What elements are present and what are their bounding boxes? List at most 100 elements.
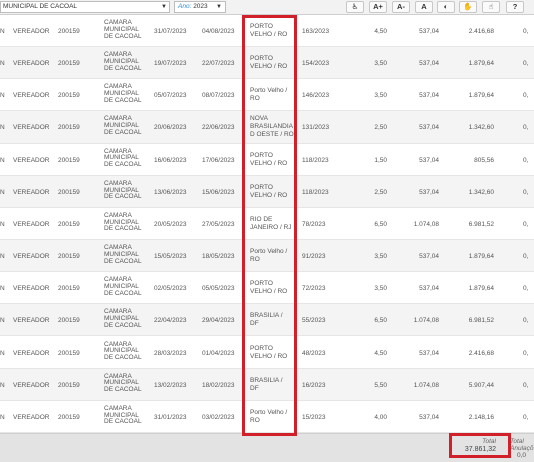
- matricula-cell: 200159: [58, 413, 80, 421]
- orgao-cell: CAMARA MUNICIPAL DE CACOAL: [104, 212, 148, 233]
- unit-value-cell: 537,04: [419, 92, 439, 100]
- destination-line: VELHO / RO: [250, 63, 288, 71]
- table-row[interactable]: N VEREADOR 200159 31/07/2023 04/08/2023 163/2…: [0, 15, 534, 48]
- accessibility-icon[interactable]: ♿: [346, 1, 364, 13]
- table-row[interactable]: N VEREADOR 200159 13/02/2023 18/02/2023 16/20…: [0, 368, 534, 401]
- table-row[interactable]: N VEREADOR 200159 19/07/2023 22/07/2023 154/2…: [0, 47, 534, 80]
- orgao-cell: CAMARA MUNICIPAL DE CACOAL: [104, 373, 148, 394]
- table-row[interactable]: N VEREADOR 200159 13/06/2023 15/06/2023 118/2…: [0, 175, 534, 208]
- table-row[interactable]: N VEREADOR 200159 15/05/2023 18/05/2023 91/20…: [0, 240, 534, 273]
- return-date-cell: 17/06/2023: [202, 156, 235, 164]
- contrast-icon[interactable]: ◐: [437, 1, 455, 13]
- total-value-cell: 1.879,64: [468, 60, 494, 68]
- row-first-cell: N: [0, 349, 5, 357]
- quantity-cell: 3,50: [374, 253, 387, 261]
- chevron-down-icon: ▼: [216, 4, 222, 10]
- year-select[interactable]: Ano: 2023 ▼: [174, 1, 226, 13]
- anulacao-label-line1: Total: [510, 438, 524, 445]
- matricula-cell: 200159: [58, 156, 80, 164]
- orgao-cell: CAMARA MUNICIPAL DE CACOAL: [104, 148, 148, 169]
- table-footer: Total 37.861,32 Total Anulaçõ 0,0: [0, 433, 534, 462]
- orgao-line: DE CACOAL: [104, 64, 142, 72]
- table-row[interactable]: N VEREADOR 200159 20/06/2023 22/06/2023 131/2…: [0, 111, 534, 144]
- total-value-cell: 2.148,16: [468, 413, 494, 421]
- destination-line: RO: [250, 416, 260, 424]
- document-cell: 55/2023: [302, 317, 326, 325]
- font-decrease-button[interactable]: A-: [392, 1, 410, 13]
- quantity-cell: 6,50: [374, 317, 387, 325]
- destination-line: VELHO / RO: [250, 191, 288, 199]
- table-row[interactable]: N VEREADOR 200159 05/07/2023 08/07/2023 146/2…: [0, 79, 534, 112]
- orgao-line: DE CACOAL: [104, 161, 142, 169]
- destination-cell: PORTO VELHO / RO: [250, 152, 294, 168]
- destination-line: BRASILANDIA: [250, 123, 293, 131]
- filter-toolbar: MUNICIPAL DE CACOAL ▼ Ano: 2023 ▼ ♿ A+ A- A…: [0, 0, 534, 15]
- table-row[interactable]: N VEREADOR 200159 22/04/2023 29/04/2023 55/20…: [0, 304, 534, 337]
- document-cell: 48/2023: [302, 349, 326, 357]
- destination-line: RIO DE: [250, 215, 273, 223]
- orgao-cell: CAMARA MUNICIPAL DE CACOAL: [104, 244, 148, 265]
- entity-select[interactable]: MUNICIPAL DE CACOAL ▼: [0, 1, 170, 13]
- libras-icon[interactable]: ✋: [459, 1, 477, 13]
- unit-value-cell: 537,04: [419, 413, 439, 421]
- unit-value-cell: 537,04: [419, 60, 439, 68]
- table-row[interactable]: N VEREADOR 200159 20/05/2023 27/05/2023 78/20…: [0, 208, 534, 241]
- role-cell: VEREADOR: [13, 285, 50, 293]
- font-increase-button[interactable]: A+: [369, 1, 387, 13]
- row-last-cell: 0,: [523, 285, 529, 293]
- destination-cell: Porto Velho / RO: [250, 248, 294, 264]
- font-reset-button[interactable]: A: [415, 1, 433, 13]
- departure-date-cell: 16/06/2023: [154, 156, 187, 164]
- row-last-cell: 0,: [523, 124, 529, 132]
- entity-select-value: MUNICIPAL DE CACOAL: [3, 3, 78, 10]
- unit-value-cell: 537,04: [419, 124, 439, 132]
- destination-line: DF: [250, 320, 259, 328]
- destination-line: DF: [250, 384, 259, 392]
- unit-value-cell: 537,04: [419, 253, 439, 261]
- return-date-cell: 15/06/2023: [202, 188, 235, 196]
- departure-date-cell: 20/05/2023: [154, 220, 187, 228]
- role-cell: VEREADOR: [13, 28, 50, 35]
- departure-date-cell: 20/06/2023: [154, 124, 187, 132]
- return-date-cell: 22/07/2023: [202, 60, 235, 68]
- quantity-cell: 4,50: [374, 349, 387, 357]
- departure-date-cell: 19/07/2023: [154, 60, 187, 68]
- table-row[interactable]: N VEREADOR 200159 02/05/2023 05/05/2023 72/20…: [0, 272, 534, 305]
- role-cell: VEREADOR: [13, 349, 50, 357]
- quantity-cell: 2,50: [374, 188, 387, 196]
- role-cell: VEREADOR: [13, 381, 50, 389]
- orgao-line: DE CACOAL: [104, 354, 142, 362]
- quantity-cell: 2,50: [374, 124, 387, 132]
- destination-line: RO: [250, 95, 260, 103]
- departure-date-cell: 05/07/2023: [154, 92, 187, 100]
- orgao-cell: CAMARA MUNICIPAL DE CACOAL: [104, 83, 148, 104]
- document-cell: 91/2023: [302, 253, 326, 261]
- table-row[interactable]: N VEREADOR 200159 16/06/2023 17/06/2023 118/2…: [0, 144, 534, 176]
- role-cell: VEREADOR: [13, 60, 50, 68]
- role-cell: VEREADOR: [13, 253, 50, 261]
- unit-value-cell: 1.074,08: [413, 317, 439, 325]
- document-cell: 131/2023: [302, 124, 330, 132]
- year-select-label: Ano:: [178, 3, 192, 10]
- orgao-line: DE CACOAL: [104, 418, 142, 426]
- quantity-cell: 1,50: [374, 156, 387, 164]
- destination-line: Porto Velho /: [250, 87, 288, 95]
- row-first-cell: N: [0, 253, 5, 261]
- document-cell: 15/2023: [302, 413, 326, 421]
- table-row[interactable]: N VEREADOR 200159 28/03/2023 01/04/2023 48/20…: [0, 337, 534, 369]
- row-first-cell: N: [0, 413, 5, 421]
- row-first-cell: N: [0, 381, 5, 389]
- destination-line: PORTO: [250, 280, 273, 288]
- hand-icon[interactable]: ☝: [482, 1, 500, 13]
- year-select-value: 2023: [193, 3, 208, 10]
- destination-cell: BRASILIA / DF: [250, 377, 294, 393]
- row-first-cell: N: [0, 156, 5, 164]
- quantity-cell: 4,50: [374, 28, 387, 35]
- help-icon[interactable]: ?: [506, 1, 524, 13]
- departure-date-cell: 31/01/2023: [154, 413, 187, 421]
- total-value-cell: 5.907,44: [468, 381, 494, 389]
- table-row[interactable]: N VEREADOR 200159 31/01/2023 03/02/2023 15/20…: [0, 401, 534, 433]
- total-value-cell: 2.416,68: [468, 349, 494, 357]
- quantity-cell: 6,50: [374, 220, 387, 228]
- destination-line: Porto Velho /: [250, 408, 288, 416]
